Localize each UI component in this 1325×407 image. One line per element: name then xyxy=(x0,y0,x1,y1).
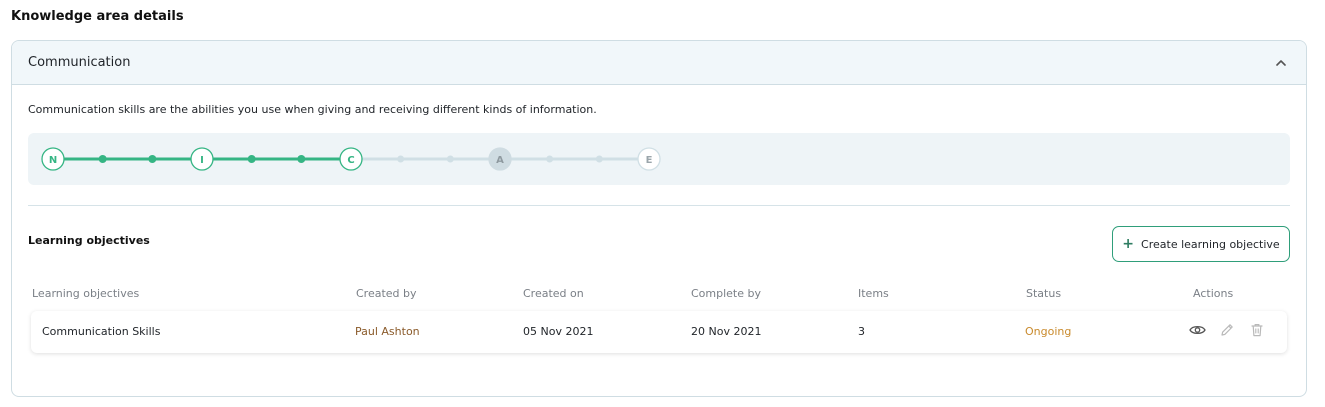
column-header-learning-objectives: Learning objectives xyxy=(32,287,140,300)
knowledge-area-header[interactable]: Communication xyxy=(12,41,1306,85)
column-header-status: Status xyxy=(1026,287,1062,300)
knowledge-area-title: Communication xyxy=(28,55,131,70)
knowledge-area-card: Communication Communication skills are t… xyxy=(11,40,1307,397)
created-on-value: 05 Nov 2021 xyxy=(523,325,594,338)
stepper-dot xyxy=(595,155,603,163)
level-label-c: C xyxy=(347,155,354,166)
create-learning-objective-button[interactable]: + Create learning objective xyxy=(1112,226,1290,262)
page-title: Knowledge area details xyxy=(11,9,184,24)
level-label-a: A xyxy=(496,155,504,166)
level-label-e: E xyxy=(646,155,653,166)
section-divider xyxy=(28,205,1290,206)
create-learning-objective-label: Create learning objective xyxy=(1141,237,1280,251)
trash-icon[interactable] xyxy=(1248,321,1266,339)
objectives-table-header: Learning objectives Created by Created o… xyxy=(28,287,1290,303)
stepper-dot xyxy=(446,155,454,163)
stepper-dot xyxy=(546,155,554,163)
column-header-items: Items xyxy=(858,287,889,300)
objective-name: Communication Skills xyxy=(42,325,161,338)
level-label-i: I xyxy=(200,155,204,166)
stepper-dot xyxy=(247,155,256,163)
pencil-icon[interactable] xyxy=(1218,321,1236,339)
plus-icon: + xyxy=(1122,236,1135,252)
table-row[interactable]: Communication Skills Paul Ashton 05 Nov … xyxy=(31,311,1287,353)
complete-by-value: 20 Nov 2021 xyxy=(691,325,762,338)
learning-objectives-title: Learning objectives xyxy=(28,234,150,247)
status-badge: Ongoing xyxy=(1025,325,1072,338)
chevron-up-icon[interactable] xyxy=(1272,54,1290,72)
level-stepper: NICAE xyxy=(28,133,1290,185)
stepper-dot xyxy=(148,155,157,163)
column-header-created-on: Created on xyxy=(523,287,584,300)
column-header-created-by: Created by xyxy=(356,287,417,300)
items-count: 3 xyxy=(858,325,865,338)
eye-icon[interactable] xyxy=(1188,321,1206,339)
stepper-dot xyxy=(98,155,107,163)
knowledge-area-description: Communication skills are the abilities y… xyxy=(28,103,597,116)
created-by-value: Paul Ashton xyxy=(355,325,420,338)
stepper-dot xyxy=(397,155,405,163)
column-header-complete-by: Complete by xyxy=(691,287,762,300)
row-actions xyxy=(1188,321,1266,339)
column-header-actions: Actions xyxy=(1193,287,1234,300)
level-stepper-graphic: NICAE xyxy=(41,147,661,171)
level-label-n: N xyxy=(49,155,57,166)
stepper-dot xyxy=(297,155,306,163)
